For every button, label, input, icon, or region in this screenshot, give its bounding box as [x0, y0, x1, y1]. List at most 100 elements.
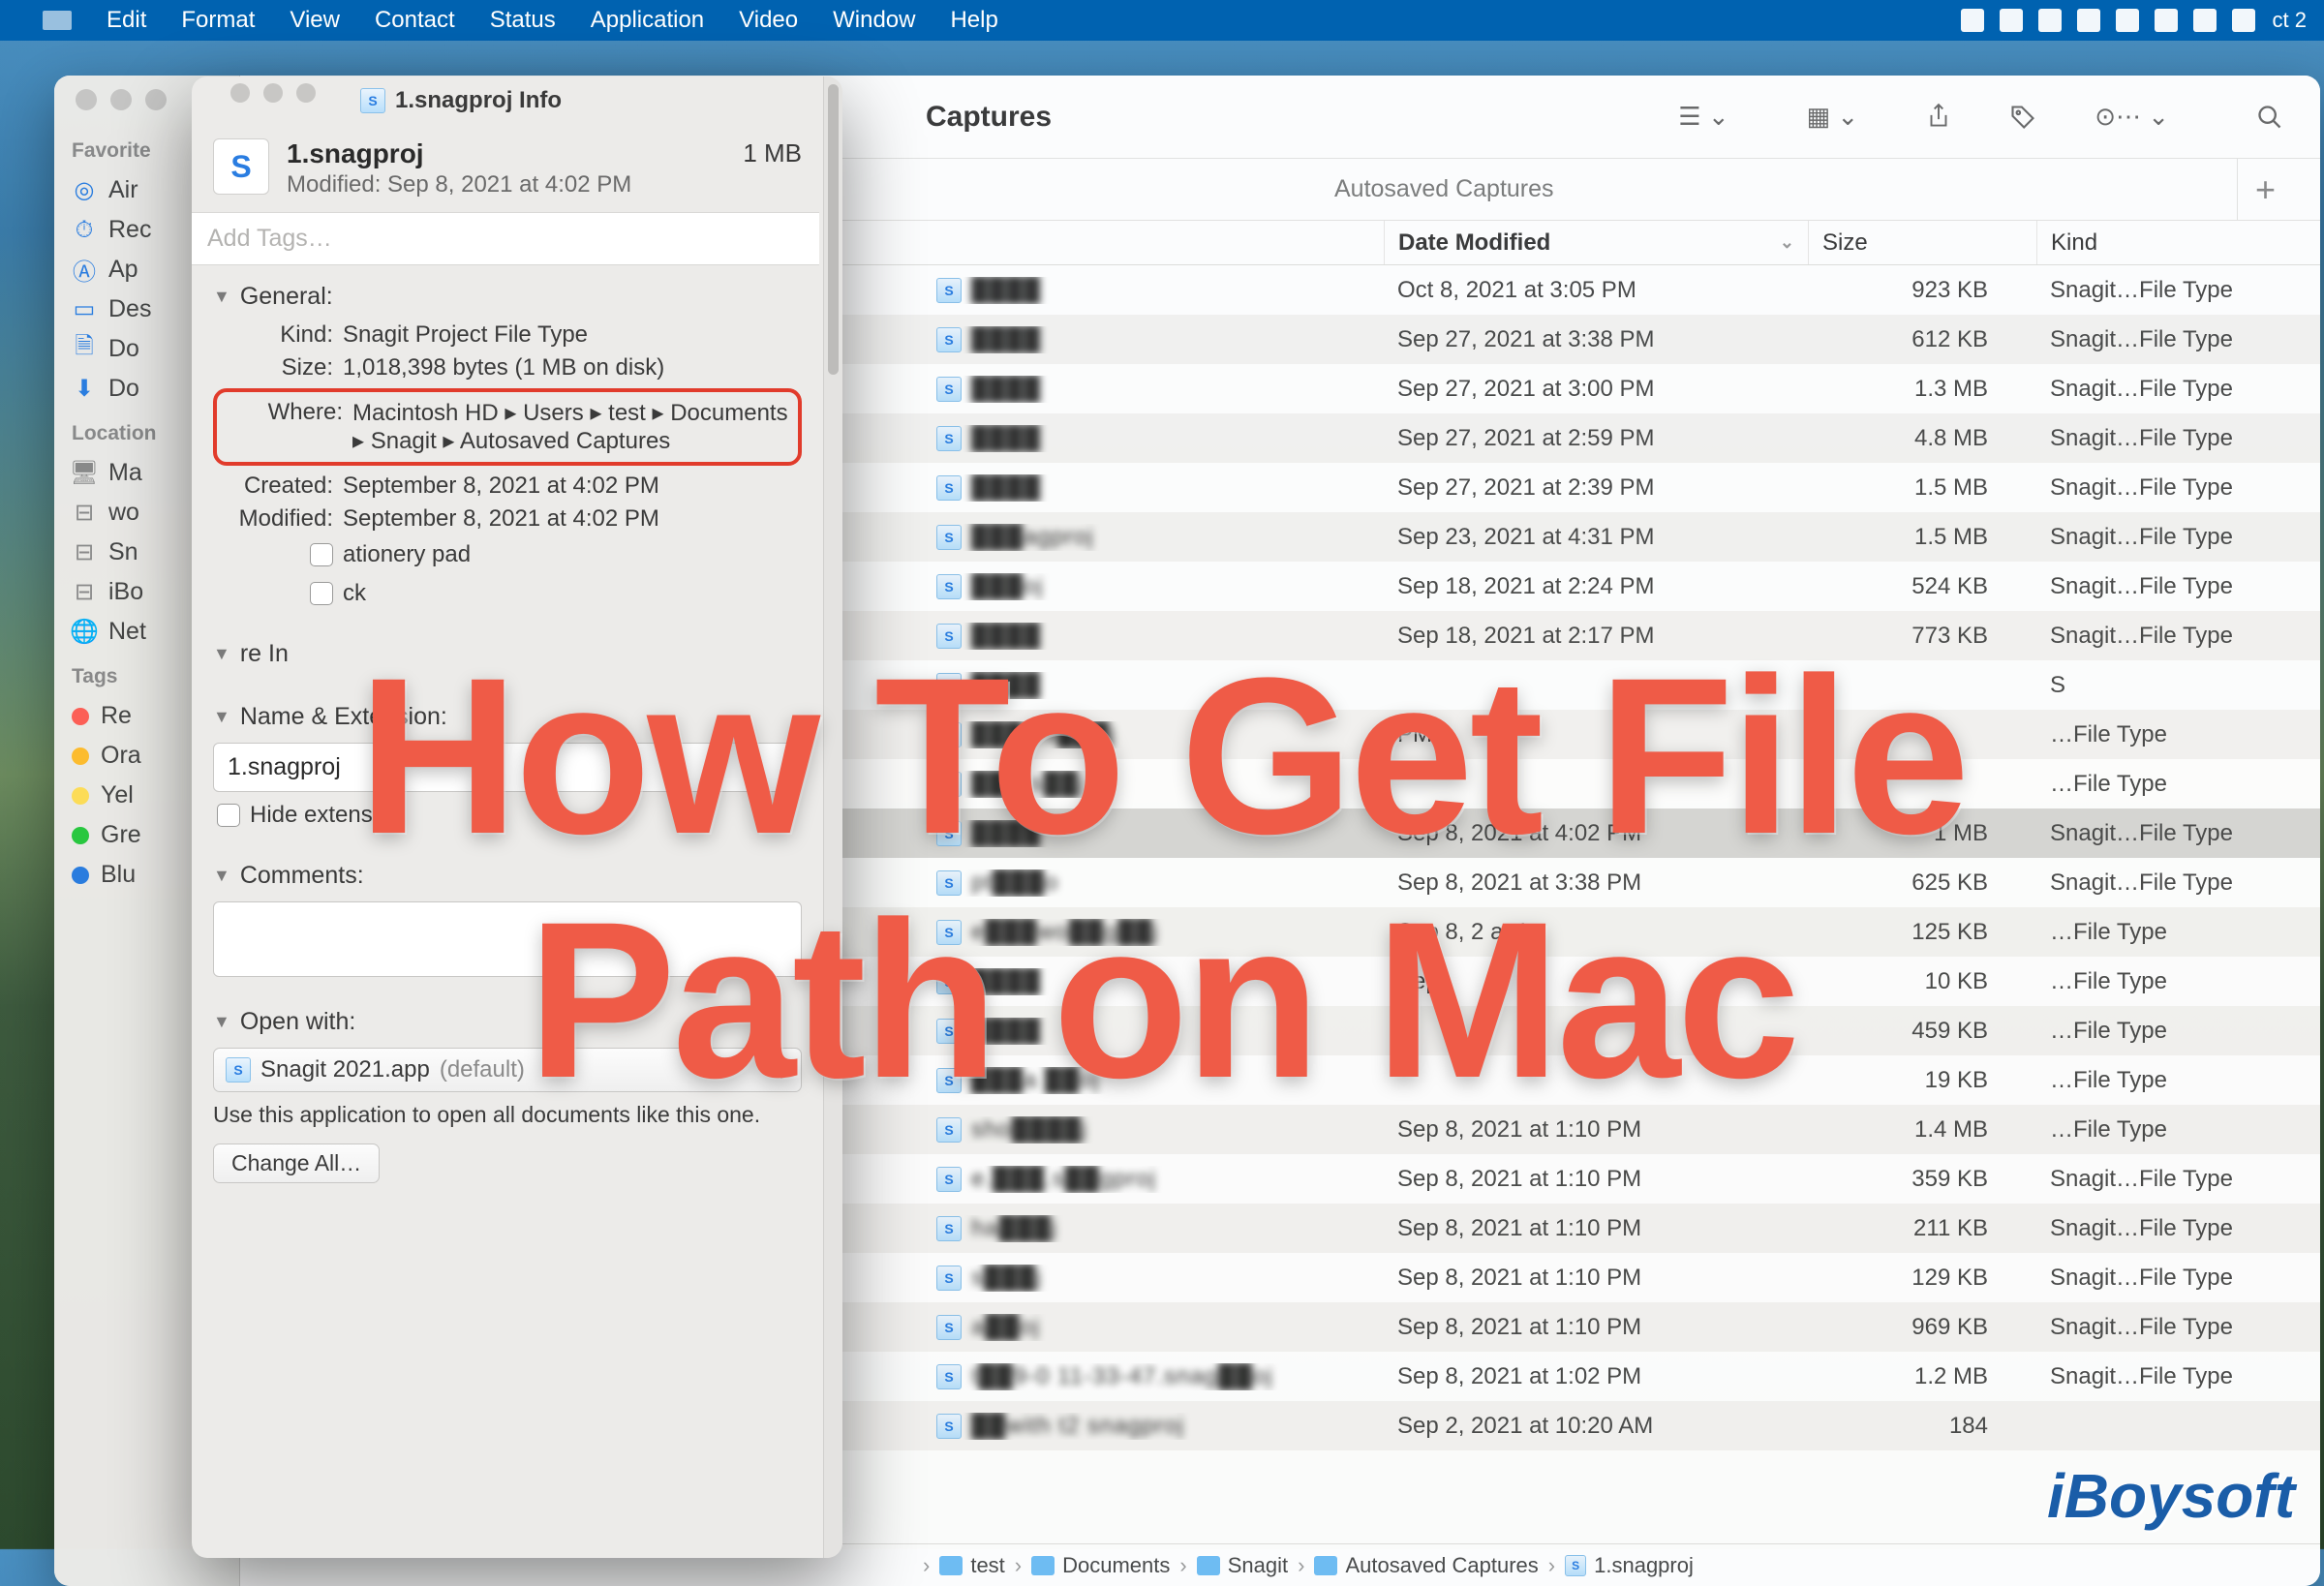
snagit-file-icon: S [936, 920, 962, 945]
group-button[interactable]: ▦ ⌄ [1797, 96, 1869, 137]
info-modified-full: September 8, 2021 at 4:02 PM [343, 505, 802, 533]
snagit-file-icon: S [936, 969, 962, 994]
snagit-file-icon: S [936, 772, 962, 797]
zoom-button[interactable] [145, 89, 167, 110]
path-segment[interactable]: Autosaved Captures [1314, 1553, 1538, 1578]
tag-button[interactable] [2000, 98, 2046, 137]
snagit-file-icon: S [936, 377, 962, 402]
column-date[interactable]: Date Modified⌄ [1384, 221, 1808, 264]
disclosure-icon: ▼ [213, 866, 230, 886]
snagit-file-icon: S [936, 475, 962, 501]
hide-extension-checkbox[interactable]: Hide extensi [213, 796, 802, 835]
snagit-file-icon: S [936, 426, 962, 451]
info-kind: Snagit Project File Type [343, 321, 802, 349]
snagit-file-icon: S [936, 1414, 962, 1439]
path-segment[interactable]: Snagit [1197, 1553, 1288, 1578]
snagit-file-icon: S [360, 88, 385, 113]
snagit-file-icon: S [936, 1364, 962, 1389]
menu-help[interactable]: Help [950, 7, 997, 34]
column-size[interactable]: Size [1808, 221, 2036, 264]
status-icon[interactable] [2193, 9, 2217, 32]
path-separator-icon: › [1298, 1553, 1304, 1578]
status-icon[interactable] [2232, 9, 2255, 32]
sidebar-icon: ▭ [72, 297, 97, 322]
tags-input[interactable]: Add Tags… [192, 212, 819, 265]
menu-video[interactable]: Video [739, 7, 798, 34]
menu-window[interactable]: Window [833, 7, 915, 34]
snagit-file-icon: S [936, 624, 962, 649]
snagit-file-icon: S [936, 1167, 962, 1192]
watermark: iBoysoft [2047, 1460, 2295, 1532]
path-segment[interactable]: S1.snagproj [1565, 1553, 1694, 1578]
path-segment[interactable]: test [939, 1553, 1004, 1578]
sidebar-icon: 🗎 [72, 337, 97, 362]
status-icon[interactable] [2116, 9, 2139, 32]
snagit-app-icon: S [226, 1057, 251, 1083]
comments-input[interactable] [213, 901, 802, 977]
close-button[interactable] [76, 89, 97, 110]
status-icon[interactable] [1961, 9, 1984, 32]
status-icon[interactable] [2000, 9, 2023, 32]
snagit-file-icon: S [936, 574, 962, 599]
menubar-clock[interactable]: ct 2 [2273, 8, 2307, 33]
file-icon: S [213, 138, 269, 195]
name-input[interactable]: 1.snagproj [213, 743, 802, 792]
menu-application[interactable]: Application [591, 7, 704, 34]
minimize-button[interactable] [110, 89, 132, 110]
path-separator-icon: › [1179, 1553, 1186, 1578]
where-highlight: Where:Macintosh HD ▸ Users ▸ test ▸ Docu… [213, 388, 802, 466]
menu-status[interactable]: Status [490, 7, 556, 34]
search-button[interactable] [2247, 98, 2293, 137]
info-window-title: 1.snagproj Info [395, 87, 562, 114]
locked-checkbox[interactable]: ck [213, 574, 802, 613]
column-kind[interactable]: Kind [2036, 221, 2320, 264]
menu-view[interactable]: View [290, 7, 340, 34]
more-button[interactable]: ⊙⋯ ⌄ [2085, 96, 2179, 137]
section-comments[interactable]: ▼Comments: [213, 854, 802, 898]
section-general[interactable]: ▼General: [213, 275, 802, 319]
status-icon[interactable] [2155, 9, 2178, 32]
info-scrollbar[interactable] [823, 76, 842, 1558]
snagit-file-icon: S [936, 1216, 962, 1241]
info-size: 1,018,398 bytes (1 MB on disk) [343, 354, 802, 381]
disclosure-icon: ▼ [213, 1012, 230, 1032]
minimize-button[interactable] [263, 83, 283, 103]
column-name[interactable] [923, 221, 1384, 264]
stationery-checkbox[interactable]: ationery pad [213, 535, 802, 574]
open-with-select[interactable]: S Snagit 2021.app (default) ▲▼ [213, 1048, 802, 1092]
sidebar-icon: ⏱ [72, 218, 97, 243]
sidebar-icon: 🖥 [72, 461, 97, 486]
path-separator-icon: › [1548, 1553, 1555, 1578]
path-segment[interactable]: Documents [1031, 1553, 1170, 1578]
share-button[interactable] [1916, 97, 1961, 137]
info-file-name: 1.snagproj [287, 138, 725, 169]
section-more-info[interactable]: ▼re In [213, 632, 802, 676]
path-separator-icon: › [923, 1553, 930, 1578]
add-button[interactable]: + [2237, 159, 2293, 220]
scrollbar-thumb[interactable] [828, 84, 839, 375]
snagit-file-icon: S [936, 673, 962, 698]
close-button[interactable] [230, 83, 250, 103]
change-all-button[interactable]: Change All… [213, 1144, 380, 1183]
sort-chevron-icon: ⌄ [1780, 232, 1794, 253]
tag-dot-icon [72, 747, 89, 765]
menu-format[interactable]: Format [181, 7, 255, 34]
location-title: Autosaved Captures [1334, 175, 1554, 203]
snagit-file-icon: S [936, 1019, 962, 1044]
section-open-with[interactable]: ▼Open with: [213, 1000, 802, 1044]
status-icon[interactable] [2038, 9, 2062, 32]
sidebar-icon: ⊟ [72, 540, 97, 565]
sidebar-icon: ⊟ [72, 580, 97, 605]
info-header: S 1.snagproj Modified: Sep 8, 2021 at 4:… [192, 125, 823, 212]
menu-contact[interactable]: Contact [375, 7, 455, 34]
zoom-button[interactable] [296, 83, 316, 103]
open-with-description: Use this application to open all documen… [213, 1096, 802, 1134]
menu-app[interactable] [43, 11, 72, 30]
list-view-button[interactable]: ☰ ⌄ [1668, 96, 1738, 137]
folder-icon [1031, 1556, 1055, 1575]
section-name-ext[interactable]: ▼Name & Extension: [213, 695, 802, 739]
snagit-file-icon: S [936, 821, 962, 846]
status-icon[interactable] [2077, 9, 2100, 32]
menu-edit[interactable]: Edit [107, 7, 146, 34]
tag-dot-icon [72, 787, 89, 805]
